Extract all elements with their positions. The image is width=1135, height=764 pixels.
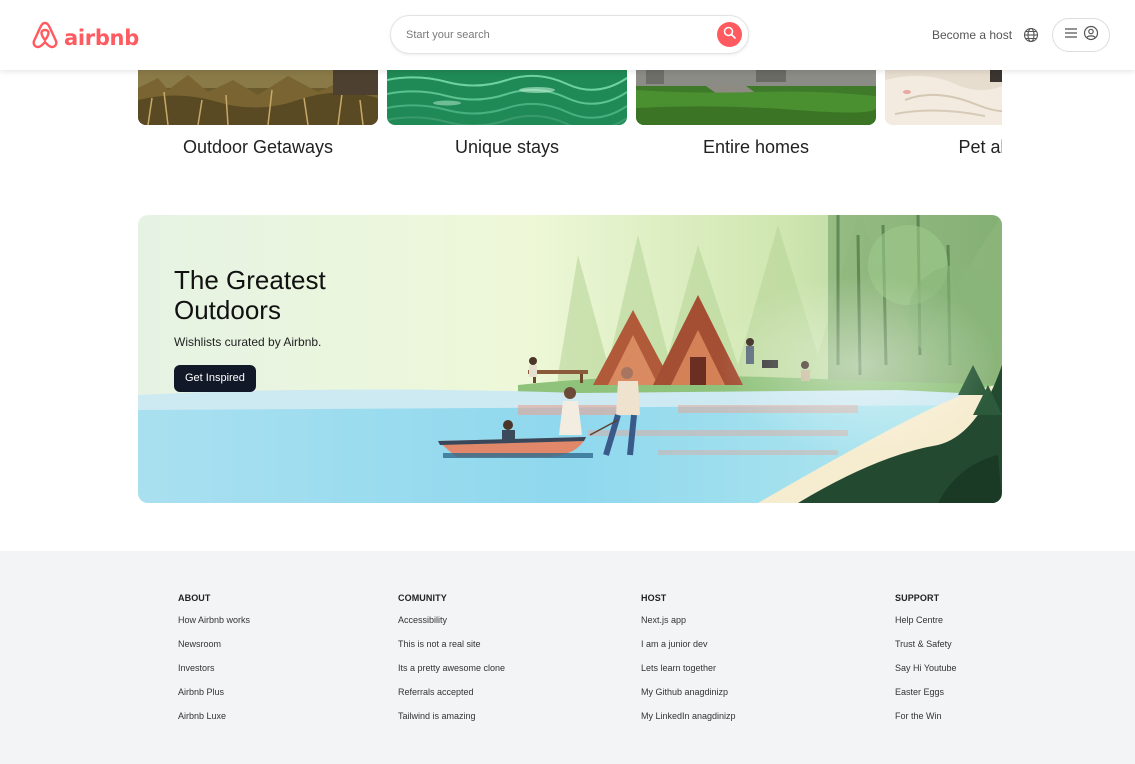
user-menu-button[interactable]	[1052, 18, 1110, 52]
header: airbnb Become a host	[0, 0, 1135, 70]
category-label: Outdoor Getaways	[182, 137, 334, 157]
footer-column-community: COMUNITY Accessibility This is not a rea…	[398, 593, 505, 733]
banner-subtitle: Wishlists curated by Airbnb.	[174, 335, 322, 349]
airbnb-logo[interactable]: airbnb	[30, 20, 139, 55]
footer-link[interactable]: Airbnb Plus	[178, 685, 250, 709]
globe-icon[interactable]	[1023, 27, 1039, 48]
footer-link[interactable]: Lets learn together	[641, 661, 736, 685]
footer-link[interactable]: Investors	[178, 661, 250, 685]
footer-link[interactable]: Trust & Safety	[895, 637, 957, 661]
category-image	[885, 70, 1002, 125]
footer-heading: HOST	[641, 593, 667, 603]
user-circle-icon	[1083, 25, 1099, 46]
get-inspired-button[interactable]: Get Inspired	[174, 365, 256, 392]
category-label: Unique stays	[454, 137, 560, 157]
category-image	[387, 70, 627, 125]
footer-link[interactable]: Easter Eggs	[895, 685, 957, 709]
outdoors-banner: The Greatest Outdoors Wishlists curated …	[138, 215, 1002, 503]
become-host-link[interactable]: Become a host	[932, 28, 1012, 42]
category-carousel: Outdoor Getaways Unique stays Entire hom…	[138, 70, 1002, 170]
footer: ABOUT How Airbnb works Newsroom Investor…	[0, 551, 1135, 764]
footer-link[interactable]: For the Win	[895, 709, 957, 733]
footer-link[interactable]: How Airbnb works	[178, 613, 250, 637]
search-icon	[723, 26, 736, 44]
footer-heading: ABOUT	[178, 593, 211, 603]
footer-link[interactable]: Tailwind is amazing	[398, 709, 505, 733]
footer-link[interactable]: Say Hi Youtube	[895, 661, 957, 685]
category-card-outdoor[interactable]: Outdoor Getaways	[138, 70, 378, 158]
footer-column-about: ABOUT How Airbnb works Newsroom Investor…	[178, 593, 250, 733]
footer-link[interactable]: My Github anagdinizp	[641, 685, 736, 709]
footer-link[interactable]: My LinkedIn anagdinizp	[641, 709, 736, 733]
footer-link[interactable]: This is not a real site	[398, 637, 505, 661]
footer-link[interactable]: Its a pretty awesome clone	[398, 661, 505, 685]
footer-link[interactable]: Help Centre	[895, 613, 957, 637]
category-card-homes[interactable]: Entire homes	[636, 70, 876, 158]
footer-link[interactable]: I am a junior dev	[641, 637, 736, 661]
airbnb-logo-icon	[30, 20, 60, 55]
category-label: Pet allowed	[958, 137, 1002, 157]
footer-link[interactable]: Referrals accepted	[398, 685, 505, 709]
footer-heading: SUPPORT	[895, 593, 940, 603]
category-image	[138, 70, 378, 125]
banner-illustration	[138, 215, 1002, 503]
category-label: Entire homes	[702, 137, 810, 157]
footer-link[interactable]: Airbnb Luxe	[178, 709, 250, 733]
footer-link[interactable]: Accessibility	[398, 613, 505, 637]
category-image	[636, 70, 876, 125]
footer-link[interactable]: Newsroom	[178, 637, 250, 661]
banner-title: The Greatest Outdoors	[174, 265, 326, 325]
footer-column-support: SUPPORT Help Centre Trust & Safety Say H…	[895, 593, 957, 733]
logo-text: airbnb	[64, 25, 139, 50]
footer-heading: COMUNITY	[398, 593, 447, 603]
hamburger-icon	[1064, 26, 1078, 44]
search-bar	[390, 15, 749, 54]
search-button[interactable]	[717, 22, 742, 47]
category-card-pets[interactable]: Pet allowed	[885, 70, 1002, 158]
footer-link[interactable]: Next.js app	[641, 613, 736, 637]
footer-column-host: HOST Next.js app I am a junior dev Lets …	[641, 593, 736, 733]
search-input[interactable]	[406, 26, 706, 44]
category-card-unique[interactable]: Unique stays	[387, 70, 627, 158]
